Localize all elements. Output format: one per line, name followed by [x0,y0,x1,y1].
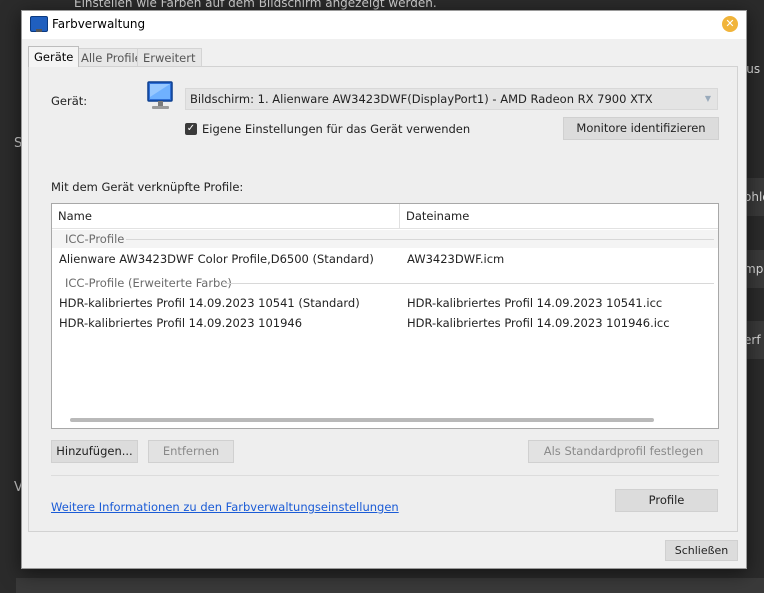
profile-filename: AW3423DWF.icm [407,252,505,266]
background-description: Einstellen wie Farben auf dem Bildschirm… [74,0,437,10]
column-name[interactable]: Name [52,204,92,228]
custom-settings-label: Eigene Einstellungen für das Gerät verwe… [202,122,471,136]
background-fragment-2: ohle [744,190,764,204]
table-row[interactable]: HDR-kalibriertes Profil 14.09.2023 10194… [52,313,718,333]
custom-settings-checkbox[interactable]: ✓ [185,123,197,135]
profile-filename: HDR-kalibriertes Profil 14.09.2023 10194… [407,316,670,330]
color-management-icon [30,16,48,32]
profile-name: HDR-kalibriertes Profil 14.09.2023 10541… [59,296,360,310]
table-row[interactable]: Alienware AW3423DWF Color Profile,D6500 … [52,249,718,269]
group-icc-profiles-extended: ICC-Profile (Erweiterte Farbe) [52,274,718,292]
title-bar[interactable]: Farbverwaltung ✕ [22,11,746,39]
close-icon[interactable]: ✕ [722,16,738,32]
device-dropdown[interactable]: Bildschirm: 1. Alienware AW3423DWF(Displ… [185,88,718,110]
profile-name: Alienware AW3423DWF Color Profile,D6500 … [59,252,374,266]
linked-profiles-label: Mit dem Gerät verknüpfte Profile: [51,180,244,194]
monitor-icon [147,81,173,109]
column-filename[interactable]: Dateiname [400,204,469,228]
section-divider [51,475,719,476]
list-header: Name Dateiname [52,204,718,229]
horizontal-scrollbar[interactable] [70,418,654,422]
device-selected-value: Bildschirm: 1. Alienware AW3423DWF(Displ… [190,92,653,106]
group-icc-profiles: ICC-Profile [52,230,718,248]
profile-filename: HDR-kalibriertes Profil 14.09.2023 10541… [407,296,663,310]
group-title: ICC-Profile (Erweiterte Farbe) [65,276,232,290]
group-title: ICC-Profile [65,232,125,246]
remove-profile-button[interactable]: Entfernen [148,440,234,463]
profiles-list[interactable]: Name Dateiname ICC-Profile Alienware AW3… [51,203,719,429]
devices-panel: Gerät: Bildschirm: 1. Alienware AW3423DW… [28,66,738,532]
background-footer [16,578,764,593]
tab-devices[interactable]: Geräte [28,46,80,67]
group-divider [126,239,714,240]
profile-button[interactable]: Profile [615,489,718,512]
chevron-down-icon: ▼ [704,94,711,103]
window-title: Farbverwaltung [52,17,146,31]
device-label: Gerät: [51,94,88,108]
identify-monitors-button[interactable]: Monitore identifizieren [563,117,719,140]
group-divider [222,283,714,284]
close-button[interactable]: Schließen [665,540,738,561]
table-row[interactable]: HDR-kalibriertes Profil 14.09.2023 10541… [52,293,718,313]
more-info-link[interactable]: Weitere Informationen zu den Farbverwalt… [51,500,399,514]
tab-advanced[interactable]: Erweitert [137,48,202,67]
set-default-profile-button[interactable]: Als Standardprofil festlegen [528,440,719,463]
add-profile-button[interactable]: Hinzufügen... [51,440,138,463]
profile-name: HDR-kalibriertes Profil 14.09.2023 10194… [59,316,303,330]
color-management-dialog: Farbverwaltung ✕ Geräte Alle Profile Erw… [21,10,747,569]
